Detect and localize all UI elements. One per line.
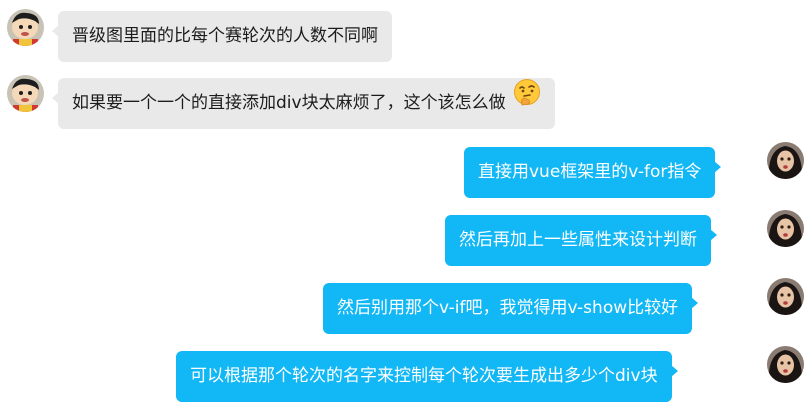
user-avatar[interactable] [767, 278, 804, 315]
user-photo-avatar-icon [767, 210, 804, 247]
message-bubble-outgoing[interactable]: 然后别用那个v-if吧，我觉得用v-show比较好 [323, 283, 699, 334]
message-bubble-incoming[interactable]: 晋级图里面的比每个赛轮次的人数不同啊 [52, 11, 392, 62]
user-photo-avatar-icon [767, 278, 804, 315]
user-avatar[interactable] [767, 210, 804, 247]
message-bubble-outgoing[interactable]: 直接用vue框架里的v-for指令 [464, 147, 722, 198]
message-bubble-outgoing[interactable]: 可以根据那个轮次的名字来控制每个轮次要生成出多少个div块 [176, 351, 678, 402]
user-photo-avatar-icon [767, 346, 804, 383]
message-text: 如果要一个一个的直接添加div块太麻烦了，这个该怎么做 [72, 93, 506, 113]
contact-avatar[interactable] [7, 9, 44, 46]
message-text: 然后别用那个v-if吧，我觉得用v-show比较好 [337, 298, 679, 318]
message-bubble-outgoing[interactable]: 然后再加上一些属性来设计判断 [445, 215, 717, 266]
contact-avatar[interactable] [7, 75, 44, 112]
thinking-face-icon [513, 76, 541, 127]
cartoon-boy-avatar-icon [7, 9, 44, 46]
message-text: 然后再加上一些属性来设计判断 [459, 230, 697, 250]
message-bubble-incoming[interactable]: 如果要一个一个的直接添加div块太麻烦了，这个该怎么做 [52, 76, 555, 129]
user-avatar[interactable] [767, 142, 804, 179]
user-photo-avatar-icon [767, 142, 804, 179]
message-text: 直接用vue框架里的v-for指令 [478, 162, 702, 182]
message-text: 可以根据那个轮次的名字来控制每个轮次要生成出多少个div块 [190, 366, 658, 386]
message-text: 晋级图里面的比每个赛轮次的人数不同啊 [72, 26, 378, 46]
user-avatar[interactable] [767, 346, 804, 383]
cartoon-boy-avatar-icon [7, 75, 44, 112]
